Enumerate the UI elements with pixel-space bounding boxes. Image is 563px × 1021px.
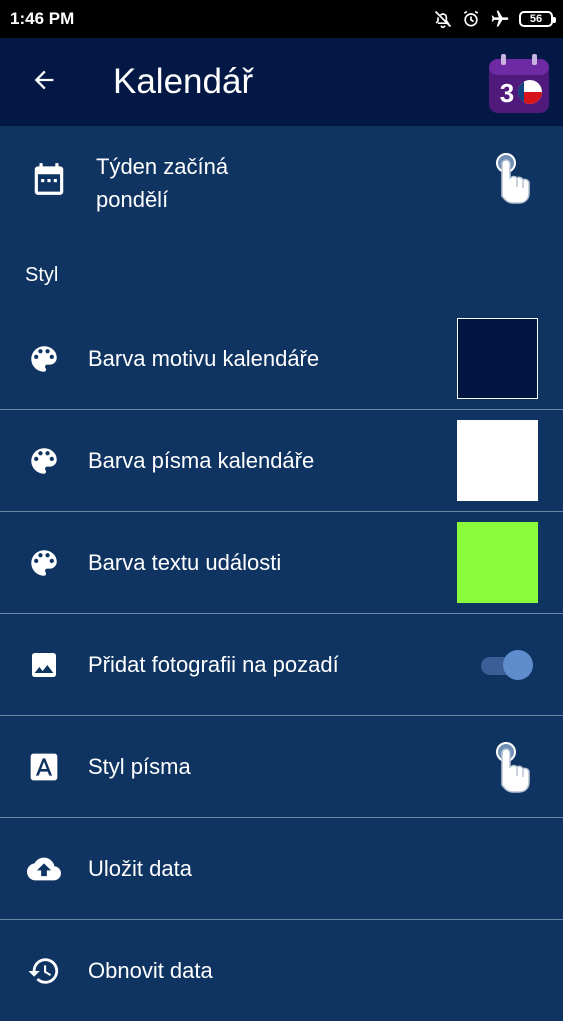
setting-row-save-data[interactable]: Uložit data [0, 818, 563, 920]
setting-row-font-color[interactable]: Barva písma kalendáře [0, 410, 563, 512]
tap-hand-icon[interactable] [493, 741, 535, 793]
status-icons: 56 [433, 9, 556, 29]
settings-content: Týden začíná pondělí Styl Barva motivu k… [0, 126, 563, 1021]
setting-label: Obnovit data [88, 957, 213, 983]
setting-label: Barva písma kalendáře [88, 447, 315, 473]
status-bar: 1:46 PM 56 [0, 0, 563, 38]
toggle-thumb [503, 649, 533, 680]
tap-hand-icon[interactable] [493, 152, 535, 204]
palette-icon [27, 546, 61, 580]
theme-color-swatch[interactable] [457, 318, 538, 399]
status-time: 1:46 PM [10, 9, 75, 28]
setting-row-theme-color[interactable]: Barva motivu kalendáře [0, 308, 563, 410]
restore-icon [27, 954, 61, 988]
palette-icon [27, 444, 61, 478]
back-button[interactable] [20, 58, 68, 106]
font-icon [27, 750, 61, 784]
calendar-icon [30, 160, 68, 203]
week-start-row[interactable]: Týden začíná pondělí [0, 126, 563, 248]
font-color-swatch[interactable] [457, 420, 538, 501]
section-title: Styl [25, 264, 59, 286]
cloud-upload-icon [27, 852, 61, 886]
image-icon [27, 648, 61, 682]
background-photo-toggle[interactable] [481, 649, 533, 681]
event-text-color-swatch[interactable] [457, 522, 538, 603]
battery-icon: 56 [519, 11, 556, 27]
alarm-icon [461, 9, 481, 29]
bell-off-icon [433, 9, 453, 29]
logo-number: 3 [500, 78, 514, 108]
setting-label: Uložit data [88, 855, 192, 881]
app-bar: Kalendář 3 [0, 38, 563, 126]
setting-row-event-text-color[interactable]: Barva textu události [0, 512, 563, 614]
week-start-label: Týden začíná pondělí [96, 154, 229, 212]
setting-label: Barva textu události [88, 549, 282, 575]
section-header-style: Styl [0, 248, 563, 308]
setting-row-restore-data[interactable]: Obnovit data [0, 920, 563, 1021]
page-title: Kalendář [113, 62, 254, 101]
setting-label: Barva motivu kalendáře [88, 345, 320, 371]
setting-row-background-photo[interactable]: Přidat fotografii na pozadí [0, 614, 563, 716]
arrow-left-icon [30, 66, 58, 99]
setting-row-font-style[interactable]: Styl písma [0, 716, 563, 818]
palette-icon [27, 342, 61, 376]
setting-label: Styl písma [88, 753, 191, 779]
app-logo: 3 [487, 53, 551, 115]
setting-label: Přidat fotografii na pozadí [88, 651, 339, 677]
airplane-icon [489, 9, 511, 29]
